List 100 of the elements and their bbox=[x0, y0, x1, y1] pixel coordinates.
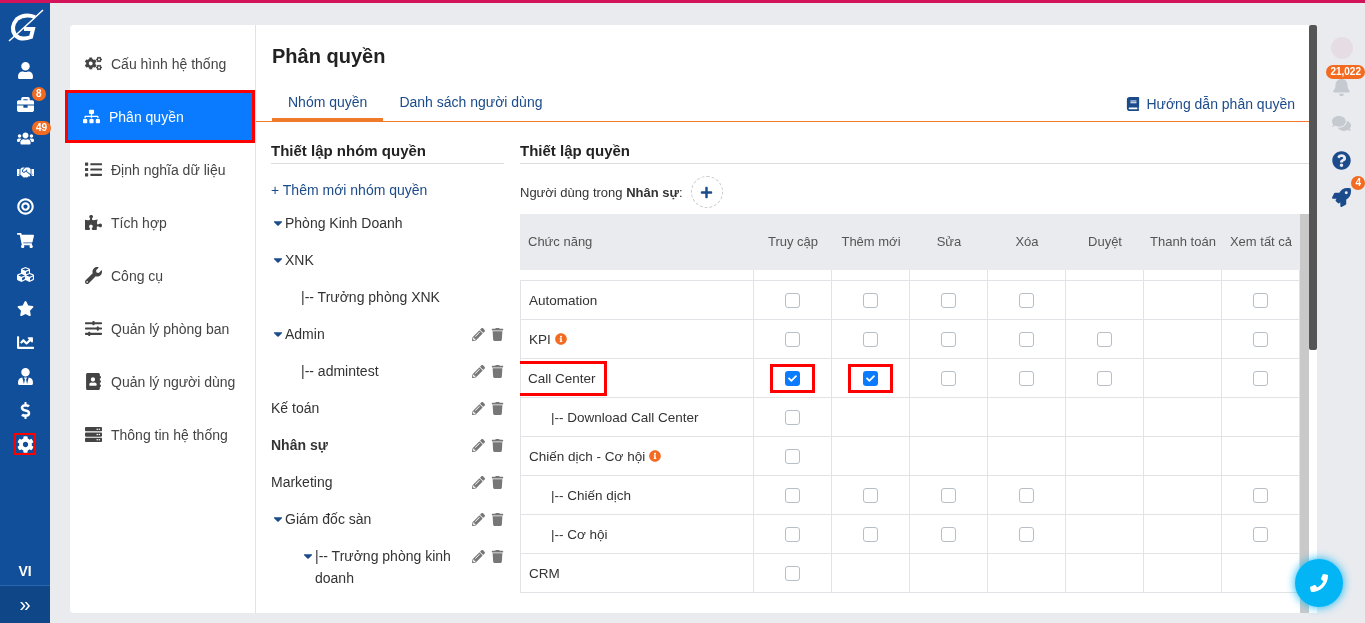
column-header: Sửa bbox=[910, 214, 988, 270]
checkbox[interactable] bbox=[863, 526, 878, 542]
language-button[interactable]: VI bbox=[0, 557, 50, 585]
checkbox[interactable] bbox=[863, 292, 878, 308]
phone-icon bbox=[1310, 574, 1328, 592]
group-item[interactable]: |-- Trưởng phòng kinh doanh bbox=[271, 545, 466, 589]
check-icon bbox=[788, 373, 797, 383]
target-icon[interactable] bbox=[14, 195, 36, 217]
info-icon bbox=[649, 450, 662, 462]
group-item[interactable]: Marketing bbox=[271, 471, 466, 493]
column-header: Xem tất cả bbox=[1222, 214, 1300, 270]
group-item[interactable]: Kế toán bbox=[271, 397, 466, 419]
section-title: Thiết lập quyền bbox=[520, 142, 1309, 164]
checkbox[interactable] bbox=[1097, 370, 1112, 386]
column-header: Xóa bbox=[988, 214, 1066, 270]
count-badge: 21,022 bbox=[1326, 65, 1365, 79]
column-header: Duyệt bbox=[1066, 214, 1144, 270]
menu-item[interactable]: Quản lý phòng ban bbox=[70, 302, 255, 355]
column-header: Truy cập bbox=[754, 214, 832, 270]
count-badge: 4 bbox=[1351, 176, 1365, 190]
info-icon bbox=[554, 333, 567, 345]
column-header: Chức năng bbox=[520, 214, 754, 270]
sliders-icon bbox=[85, 320, 102, 337]
checkbox[interactable] bbox=[785, 370, 800, 386]
group-item[interactable]: Giám đốc sàn bbox=[271, 508, 466, 530]
checkbox[interactable] bbox=[785, 409, 800, 425]
function-name: Chiến dịch - Cơ hội bbox=[529, 448, 662, 464]
checkbox[interactable] bbox=[941, 292, 956, 308]
server-icon bbox=[85, 426, 102, 443]
menu-item[interactable]: Cấu hình hệ thống bbox=[70, 37, 255, 90]
plus-icon bbox=[700, 185, 713, 199]
wrench-icon bbox=[85, 267, 102, 284]
page-title: Phân quyền bbox=[272, 45, 387, 68]
menu-item[interactable]: Quản lý người dùng bbox=[70, 355, 255, 408]
list-icon bbox=[85, 161, 102, 178]
checkbox[interactable] bbox=[1019, 487, 1034, 503]
column-header: Thêm mới bbox=[832, 214, 910, 270]
group-item[interactable]: XNK bbox=[271, 249, 504, 271]
checkbox[interactable] bbox=[1253, 292, 1268, 308]
function-name: Call Center bbox=[520, 360, 607, 396]
group-item[interactable]: |-- Trưởng phòng XNK bbox=[271, 286, 504, 308]
menu-item[interactable]: Tích hợp bbox=[70, 196, 255, 249]
scrollbar-thumb[interactable] bbox=[1309, 25, 1317, 350]
count-badge: 49 bbox=[32, 121, 52, 135]
checkbox[interactable] bbox=[941, 526, 956, 542]
checkbox[interactable] bbox=[1253, 526, 1268, 542]
checkbox[interactable] bbox=[785, 565, 800, 581]
checkbox[interactable] bbox=[1019, 331, 1034, 347]
checkbox[interactable] bbox=[785, 526, 800, 542]
check-icon bbox=[866, 373, 875, 383]
function-name: |-- Download Call Center bbox=[551, 409, 699, 425]
checkbox[interactable] bbox=[1253, 370, 1268, 386]
contact-icon bbox=[85, 373, 102, 390]
rocket-icon[interactable] bbox=[1332, 188, 1351, 207]
checkbox[interactable] bbox=[1253, 487, 1268, 503]
function-name: CRM bbox=[529, 565, 560, 581]
checkbox[interactable] bbox=[1253, 331, 1268, 347]
checkbox[interactable] bbox=[863, 331, 878, 347]
group-item[interactable]: Admin bbox=[271, 323, 466, 345]
gears-icon bbox=[85, 55, 102, 72]
settings-icon[interactable] bbox=[14, 433, 36, 455]
section-title: Thiết lập nhóm quyền bbox=[271, 142, 504, 164]
function-name: Automation bbox=[529, 292, 598, 308]
tab[interactable]: Nhóm quyền bbox=[272, 86, 384, 121]
checkbox[interactable] bbox=[1019, 370, 1034, 386]
help-icon[interactable] bbox=[1332, 151, 1351, 170]
group-item[interactable]: |-- admintest bbox=[271, 360, 466, 382]
checkbox[interactable] bbox=[1019, 292, 1034, 308]
menu-item[interactable]: Phân quyền bbox=[65, 90, 255, 143]
guide-link[interactable]: Hướng dẫn phân quyền bbox=[1126, 95, 1295, 112]
puzzle-icon bbox=[85, 214, 102, 231]
count-badge: 8 bbox=[32, 87, 46, 101]
checkbox[interactable] bbox=[863, 370, 878, 386]
menu-item[interactable]: Định nghĩa dữ liệu bbox=[70, 143, 255, 196]
group-item[interactable]: Nhân sự bbox=[271, 434, 466, 456]
function-name: |-- Chiến dịch bbox=[551, 487, 632, 503]
tab[interactable]: Danh sách người dùng bbox=[383, 86, 559, 121]
checkbox[interactable] bbox=[785, 448, 800, 464]
scrollbar[interactable] bbox=[1300, 214, 1309, 613]
expand-button[interactable]: » bbox=[0, 585, 50, 623]
checkbox[interactable] bbox=[1019, 526, 1034, 542]
checkbox[interactable] bbox=[941, 370, 956, 386]
group-item[interactable]: Phòng Kinh Doanh bbox=[271, 212, 504, 234]
notification-icon[interactable] bbox=[1332, 77, 1351, 96]
book-icon bbox=[1126, 96, 1141, 111]
checkbox[interactable] bbox=[941, 331, 956, 347]
function-name: KPI bbox=[529, 331, 567, 347]
checkbox[interactable] bbox=[863, 487, 878, 503]
add-group-link[interactable]: + Thêm mới nhóm quyền bbox=[271, 182, 504, 198]
column-header: Thanh toán bbox=[1144, 214, 1222, 270]
function-name: |-- Cơ hội bbox=[551, 526, 608, 542]
sitemap-icon bbox=[83, 108, 100, 125]
checkbox[interactable] bbox=[785, 331, 800, 347]
checkbox[interactable] bbox=[941, 487, 956, 503]
checkbox[interactable] bbox=[785, 292, 800, 308]
call-button[interactable] bbox=[1295, 559, 1343, 607]
checkbox[interactable] bbox=[1097, 331, 1112, 347]
menu-item[interactable]: Thông tin hệ thống bbox=[70, 408, 255, 461]
checkbox[interactable] bbox=[785, 487, 800, 503]
menu-item[interactable]: Công cụ bbox=[70, 249, 255, 302]
